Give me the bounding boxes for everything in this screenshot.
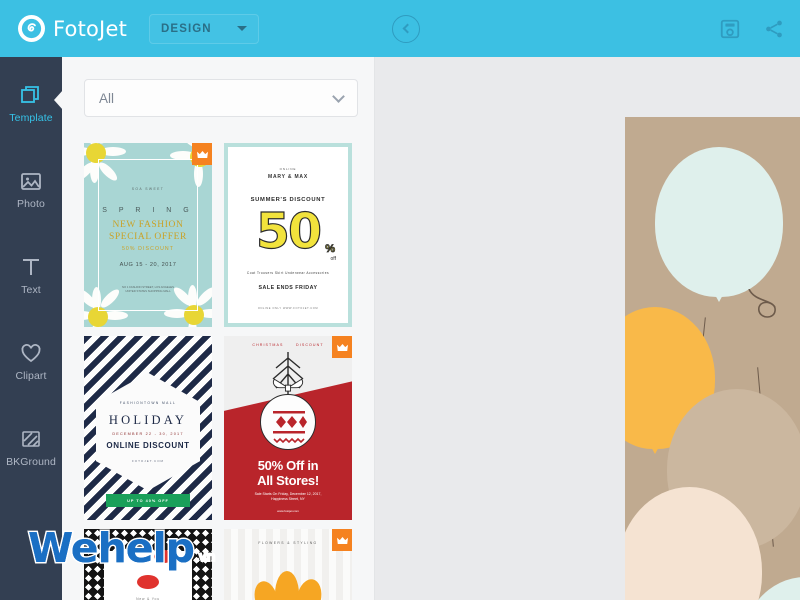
design-dropdown-button[interactable]: DESIGN bbox=[149, 13, 260, 44]
sidebar-item-label: Template bbox=[9, 111, 53, 124]
tpl2-items: Coat Trousers Skirt Underwear Accessorie… bbox=[246, 271, 330, 275]
share-nodes-icon bbox=[766, 20, 782, 37]
tpl4-sub: Sale Starts On Friday, December 12, 2017… bbox=[232, 492, 344, 503]
watermark-tld: .vn bbox=[194, 547, 216, 565]
sidebar-item-template[interactable]: Template bbox=[0, 57, 63, 143]
photo-image-icon bbox=[19, 163, 43, 193]
sidebar-item-bkground[interactable]: BKGround bbox=[0, 401, 62, 487]
save-floppy-icon bbox=[720, 19, 740, 38]
red-dot-decoration bbox=[137, 575, 159, 589]
canvas-workspace[interactable]: AUGUST FRIDAY Birthday INVITATION 5 SMIT… bbox=[375, 57, 800, 600]
tpl1-line2: SPECIAL OFFER bbox=[109, 232, 187, 242]
fotojet-swirl-icon bbox=[18, 15, 45, 42]
text-t-icon bbox=[19, 249, 43, 279]
chevron-down-icon bbox=[332, 89, 345, 103]
app-logo-text: FotoJet bbox=[53, 16, 128, 41]
tpl4-url: www.fotojet.com bbox=[277, 509, 299, 513]
sidebar-item-text[interactable]: Text bbox=[0, 229, 62, 315]
background-hatch-icon bbox=[19, 421, 43, 451]
tpl2-brand: MARY & MAX bbox=[268, 174, 308, 180]
template-card-holiday-online-discount[interactable]: FASHIONTOWN MALL HOLIDAY DECEMBER 22 - 3… bbox=[84, 336, 212, 520]
chevron-left-circle-icon bbox=[402, 23, 413, 34]
header-right-section bbox=[375, 0, 800, 57]
tpl4-headline: 50% Off in All Stores! bbox=[230, 458, 346, 488]
app-header: FotoJet DESIGN bbox=[0, 0, 800, 57]
tpl3-cta-button: UP TO 40% OFF bbox=[106, 494, 190, 507]
template-card-spring-new-fashion[interactable]: SOA SWEET S P R I N G NEW FASHION SPECIA… bbox=[84, 143, 212, 327]
category-filter-value: All bbox=[99, 90, 115, 106]
tpl1-kicker: SOA SWEET bbox=[131, 187, 165, 191]
tpl1-title-small: S P R I N G bbox=[102, 207, 194, 214]
tpl2-url: ONLINE ONLY WWW.FOTOJET.COM bbox=[257, 307, 319, 310]
header-left-section: FotoJet DESIGN bbox=[0, 0, 375, 57]
design-canvas[interactable]: AUGUST FRIDAY Birthday INVITATION 5 SMIT… bbox=[625, 117, 800, 600]
tpl4-tag-right: DISCOUNT bbox=[296, 343, 324, 347]
tpl1-fine-print: NO 1 FASHION STREET, LOS ANGELES UNITED … bbox=[121, 285, 175, 293]
sidebar-item-label: Text bbox=[21, 283, 41, 296]
sidebar-item-label: Clipart bbox=[15, 369, 47, 382]
tpl2-off: off bbox=[330, 256, 336, 262]
left-sidebar: Template Photo Text Clipart BKGround bbox=[0, 57, 63, 600]
template-card-floristry-class[interactable]: FLOWERS & STYLING Floristry LEARN FROM T… bbox=[224, 529, 352, 600]
design-dropdown-label: DESIGN bbox=[161, 22, 212, 35]
chevron-down-icon bbox=[237, 26, 248, 31]
category-filter-dropdown[interactable]: All bbox=[84, 79, 358, 117]
tpl4-sub-line2: Happiness Street, NY bbox=[271, 497, 305, 502]
sidebar-item-label: Photo bbox=[17, 197, 45, 210]
tpl3-subtitle: ONLINE DISCOUNT bbox=[106, 440, 190, 450]
template-layers-icon bbox=[19, 77, 43, 107]
template-card-christmas-discount[interactable]: CHRISTMAS DISCOUNT 50% Off in All Stores… bbox=[224, 336, 352, 520]
tpl1-discount: 50% DISCOUNT bbox=[121, 246, 175, 252]
sidebar-item-clipart[interactable]: Clipart bbox=[0, 315, 62, 401]
save-button[interactable] bbox=[708, 7, 752, 51]
ribbon-bow-icon bbox=[272, 378, 304, 392]
active-pointer bbox=[54, 90, 63, 110]
app-logo[interactable]: FotoJet bbox=[18, 15, 127, 42]
sidebar-item-label: BKGround bbox=[6, 455, 56, 468]
flower-petals-decoration bbox=[251, 565, 325, 600]
tpl3-url: FOTOJET.COM bbox=[131, 458, 165, 463]
tpl2-percent: % bbox=[325, 243, 336, 256]
tpl2-footer: SALE ENDS FRIDAY bbox=[258, 285, 318, 291]
ornament-ball bbox=[260, 394, 316, 450]
share-button[interactable] bbox=[752, 7, 796, 51]
tpl4-head-line2: All Stores! bbox=[257, 473, 319, 488]
premium-crown-badge bbox=[332, 336, 352, 358]
tpl3-date: DECEMBER 22 - 30, 2017 bbox=[112, 431, 184, 436]
tpl1-date: AUG 15 - 20, 2017 bbox=[119, 262, 177, 268]
collapse-panel-button[interactable] bbox=[392, 14, 420, 43]
tpl3-mall: FASHIONTOWN MALL bbox=[119, 400, 177, 405]
sidebar-item-photo[interactable]: Photo bbox=[0, 143, 62, 229]
tpl4-head-line1: 50% Off in bbox=[257, 458, 319, 473]
premium-crown-badge bbox=[332, 529, 352, 551]
header-actions bbox=[708, 0, 800, 57]
template-card-summer-50-percent[interactable]: ONLINE MARY & MAX SUMMER'S DISCOUNT 50 %… bbox=[224, 143, 352, 327]
watermark: Wehelp Wehelp .vn bbox=[27, 523, 217, 574]
watermark-text-fill: Wehelp bbox=[28, 524, 195, 572]
tpl1-line1: NEW FASHION bbox=[112, 220, 184, 230]
balloon-string-curl bbox=[748, 289, 776, 318]
tpl3-title: HOLIDAY bbox=[108, 412, 188, 427]
balloon bbox=[740, 577, 800, 600]
premium-crown-badge bbox=[192, 143, 212, 165]
hexagon-badge: FASHIONTOWN MALL HOLIDAY DECEMBER 22 - 3… bbox=[96, 372, 200, 491]
tpl4-tag-left: CHRISTMAS bbox=[252, 343, 284, 347]
balloon bbox=[655, 147, 783, 302]
heart-clipart-icon bbox=[19, 335, 43, 365]
tpl2-online: ONLINE bbox=[279, 167, 297, 171]
template-panel: All SOA SWEET S P R I N G NEW FASHION SP… bbox=[62, 57, 375, 600]
